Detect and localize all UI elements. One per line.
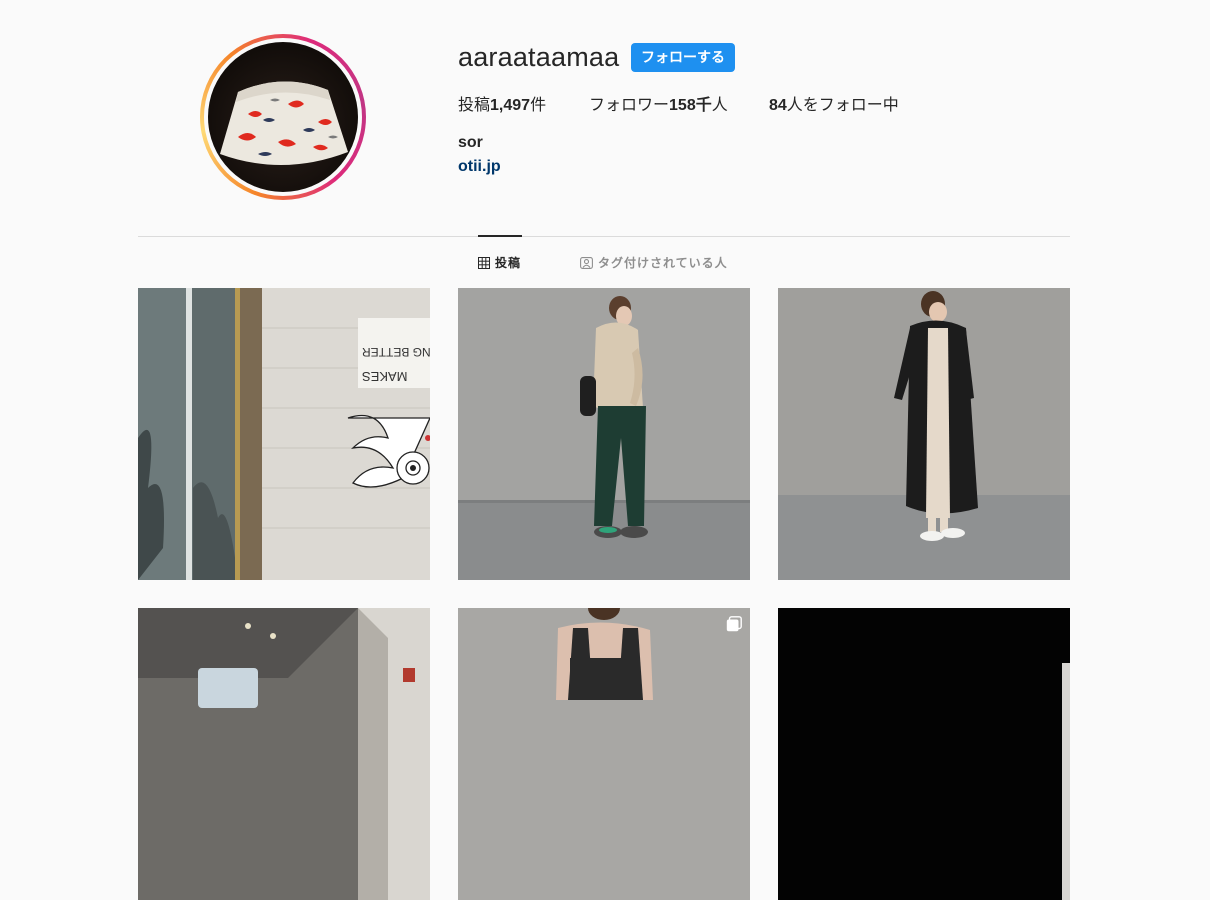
posts-stat-prefix: 投稿 <box>458 97 491 114</box>
avatar-skirt-illustration <box>220 81 348 166</box>
posts-stat-value: 1,497 <box>490 97 531 114</box>
tab-tagged[interactable]: タグ付けされている人 <box>580 254 728 271</box>
bio-name: sor <box>458 134 483 151</box>
followers-stat-suffix: 人 <box>711 97 728 114</box>
following-stat-suffix: 人をフォロー中 <box>786 97 899 114</box>
post-thumbnail-5[interactable] <box>458 608 750 900</box>
post-image-interior <box>138 608 430 900</box>
post-image-outfit-green-pants <box>458 288 750 580</box>
poster-text-line-1: ING BETTER <box>362 345 430 359</box>
profile-avatar[interactable] <box>200 34 366 200</box>
post-thumbnail-6[interactable] <box>778 608 1070 900</box>
post-image-wall-poster: ING BETTER MAKES <box>138 288 430 580</box>
post-thumbnail-1[interactable]: ING BETTER MAKES <box>138 288 430 580</box>
profile-username: aaraataamaa <box>458 42 620 72</box>
post-image-outfit-overalls <box>458 608 750 900</box>
following-stat[interactable]: 84人をフォロー中 <box>769 91 899 115</box>
followers-stat-prefix: フォロワー <box>589 97 670 114</box>
bio-link[interactable]: otii.jp <box>458 158 501 176</box>
post-image-dark <box>778 608 1070 900</box>
post-image-outfit-black-dress <box>778 288 1070 580</box>
tab-posts-label: 投稿 <box>495 256 522 270</box>
posts-count-stat: 投稿1,497件 <box>458 91 546 115</box>
followers-stat[interactable]: フォロワー158千人 <box>589 91 728 115</box>
tab-tagged-label: タグ付けされている人 <box>598 256 728 270</box>
tag-user-icon <box>580 256 593 269</box>
following-stat-value: 84 <box>769 97 787 114</box>
posts-stat-suffix: 件 <box>530 97 547 114</box>
tabs-divider <box>138 236 1070 237</box>
followers-stat-value: 158千 <box>669 97 712 114</box>
poster-text-line-2: MAKES <box>362 369 408 384</box>
post-thumbnail-2[interactable] <box>458 288 750 580</box>
tab-posts[interactable]: 投稿 <box>478 254 521 271</box>
active-tab-indicator <box>478 235 522 237</box>
grid-icon <box>478 256 490 269</box>
multiple-posts-icon <box>726 616 742 637</box>
follow-button[interactable]: フォローする <box>631 43 735 72</box>
post-thumbnail-3[interactable] <box>778 288 1070 580</box>
post-thumbnail-4[interactable] <box>138 608 430 900</box>
avatar-image <box>208 42 358 192</box>
